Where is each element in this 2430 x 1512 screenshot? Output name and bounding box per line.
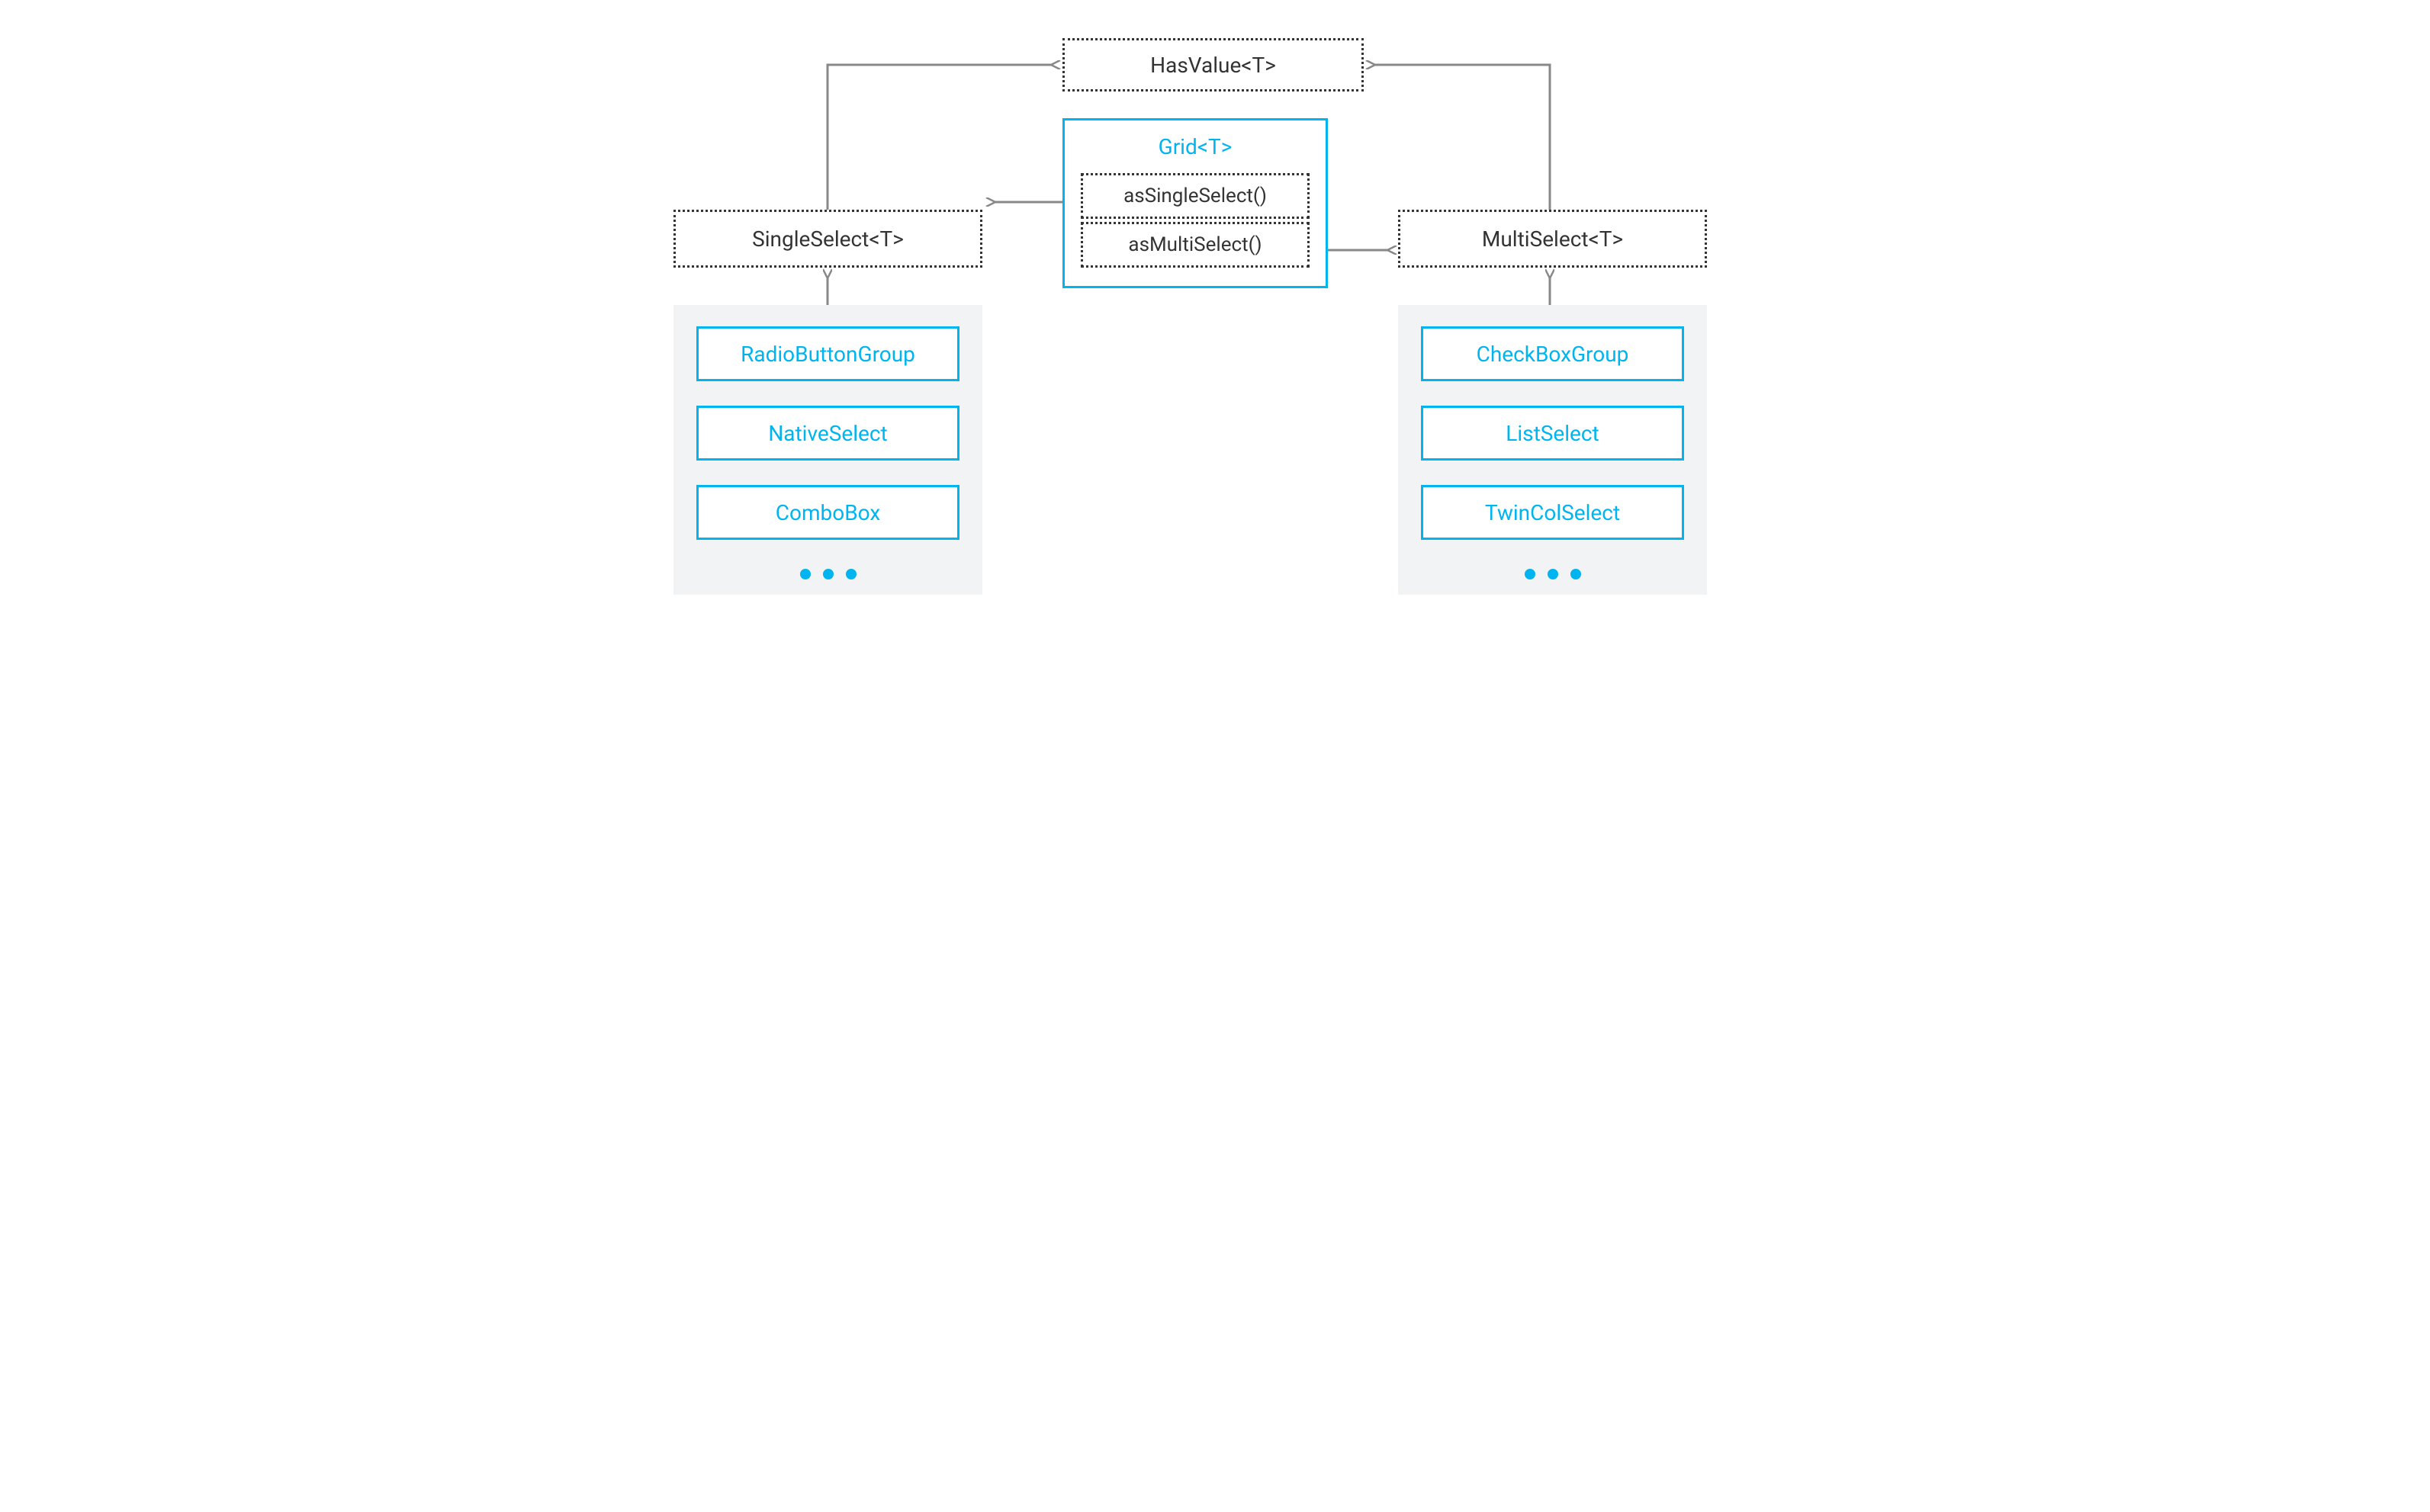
- impl-checkboxgroup: CheckBoxGroup: [1421, 326, 1684, 381]
- impl-nativeselect: NativeSelect: [696, 406, 959, 461]
- hasvalue-label: HasValue<T>: [1150, 53, 1276, 78]
- impl-radiobuttongroup: RadioButtonGroup: [696, 326, 959, 381]
- hasvalue-interface-box: HasValue<T>: [1062, 38, 1364, 91]
- singleselect-interface-box: SingleSelect<T>: [673, 210, 982, 268]
- grid-method-multi: asMultiSelect(): [1081, 222, 1310, 268]
- singleselect-label: SingleSelect<T>: [752, 226, 904, 252]
- multiselect-label: MultiSelect<T>: [1482, 226, 1623, 252]
- selection-hierarchy-diagram: HasValue<T> SingleSelect<T> MultiSelect<…: [673, 38, 1757, 701]
- grid-title: Grid<T>: [1159, 134, 1233, 159]
- ellipsis-icon: [800, 569, 857, 579]
- multiselect-interface-box: MultiSelect<T>: [1398, 210, 1707, 268]
- grid-method-single: asSingleSelect(): [1081, 173, 1310, 219]
- impl-twincolselect: TwinColSelect: [1421, 485, 1684, 540]
- ellipsis-icon: [1525, 569, 1581, 579]
- impl-combobox: ComboBox: [696, 485, 959, 540]
- multiselect-implementations-panel: CheckBoxGroup ListSelect TwinColSelect: [1398, 305, 1707, 595]
- singleselect-implementations-panel: RadioButtonGroup NativeSelect ComboBox: [673, 305, 982, 595]
- impl-listselect: ListSelect: [1421, 406, 1684, 461]
- grid-class-box: Grid<T> asSingleSelect() asMultiSelect(): [1062, 118, 1328, 288]
